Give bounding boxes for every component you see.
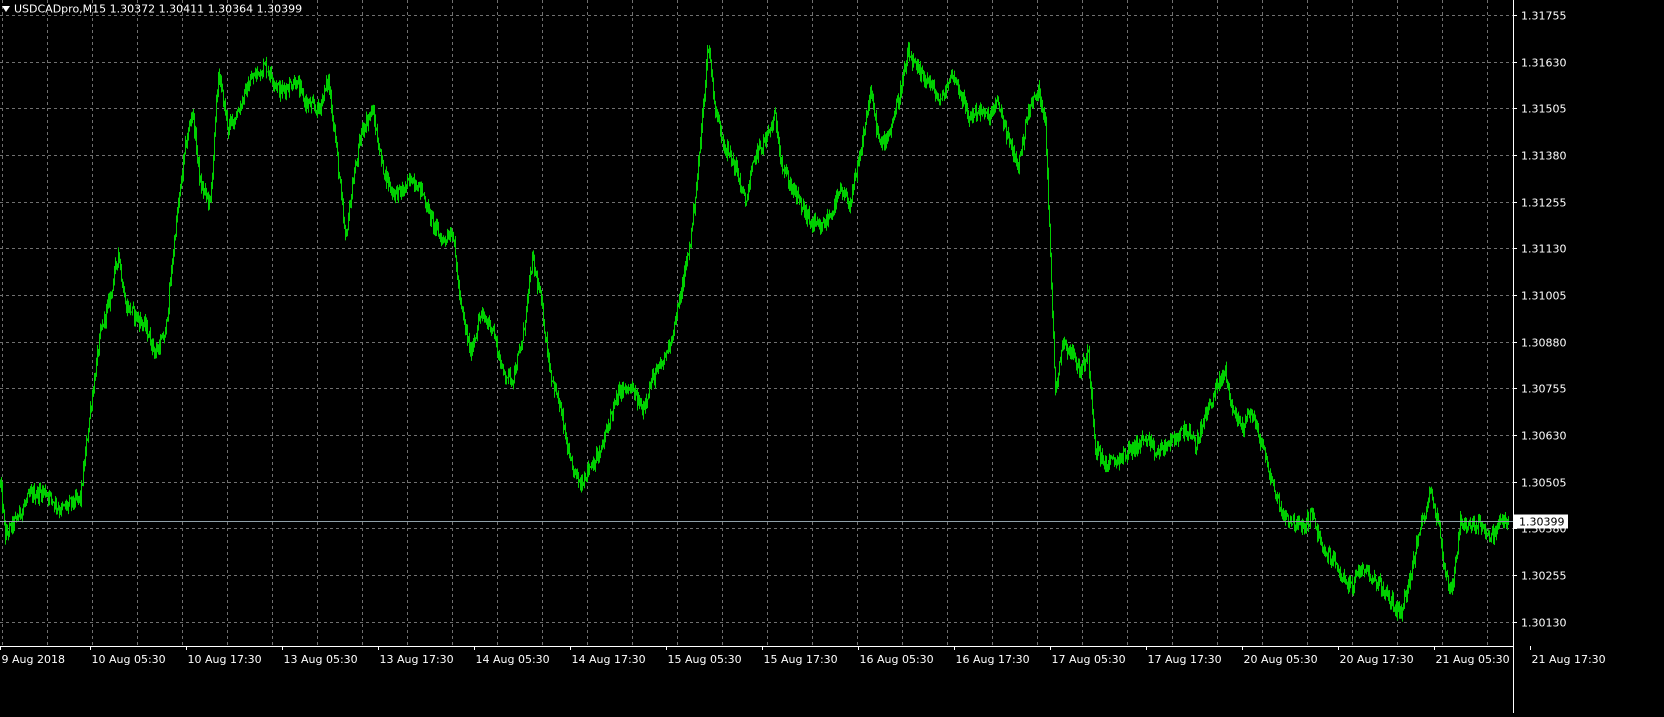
chart-menu-triangle-icon[interactable]	[2, 6, 10, 12]
x-tick-label: 9 Aug 2018	[2, 653, 65, 666]
x-tick-label: 15 Aug 17:30	[764, 653, 838, 666]
x-tick-label: 14 Aug 05:30	[476, 653, 550, 666]
y-tick-label: 1.30630	[1521, 430, 1567, 443]
price-chart[interactable]: 1.31755 1.31630 1.31505 1.31380 1.31255 1.311…	[0, 0, 1664, 713]
x-tick-label: 16 Aug 17:30	[956, 653, 1030, 666]
x-tick-label: 10 Aug 17:30	[188, 653, 262, 666]
y-tick-label: 1.30255	[1521, 570, 1567, 583]
current-price-label: 1.30399	[1519, 516, 1565, 529]
x-tick-label: 16 Aug 05:30	[860, 653, 934, 666]
x-tick-label: 13 Aug 05:30	[284, 653, 358, 666]
y-tick-label: 1.31755	[1521, 10, 1567, 23]
x-tick-label: 10 Aug 05:30	[92, 653, 166, 666]
y-tick-label: 1.31005	[1521, 290, 1567, 303]
x-tick-label: 20 Aug 17:30	[1340, 653, 1414, 666]
y-tick-label: 1.30755	[1521, 383, 1567, 396]
y-tick-label: 1.31380	[1521, 150, 1567, 163]
chart-header-text: USDCADpro,M15 1.30372 1.30411 1.30364 1.…	[14, 2, 303, 16]
x-tick-label: 13 Aug 17:30	[380, 653, 454, 666]
chart-header: USDCADpro,M15 1.30372 1.30411 1.30364 1.…	[2, 2, 302, 16]
y-tick-label: 1.31630	[1521, 57, 1567, 70]
x-tick-label: 15 Aug 05:30	[668, 653, 742, 666]
y-tick-label: 1.31130	[1521, 243, 1567, 256]
x-tick-label: 21 Aug 05:30	[1436, 653, 1510, 666]
y-tick-label: 1.31255	[1521, 197, 1567, 210]
y-tick-label: 1.30130	[1521, 617, 1567, 630]
y-tick-label: 1.31505	[1521, 103, 1567, 116]
x-tick-label: 17 Aug 17:30	[1148, 653, 1222, 666]
x-tick-label: 21 Aug 17:30	[1532, 653, 1606, 666]
chart-background	[0, 0, 1664, 713]
x-tick-label: 17 Aug 05:30	[1052, 653, 1126, 666]
x-tick-label: 14 Aug 17:30	[572, 653, 646, 666]
x-tick-label: 20 Aug 05:30	[1244, 653, 1318, 666]
y-tick-label: 1.30505	[1521, 477, 1567, 490]
chart-canvas[interactable]: 1.31755 1.31630 1.31505 1.31380 1.31255 1.311…	[0, 0, 1664, 713]
y-tick-label: 1.30880	[1521, 337, 1567, 350]
